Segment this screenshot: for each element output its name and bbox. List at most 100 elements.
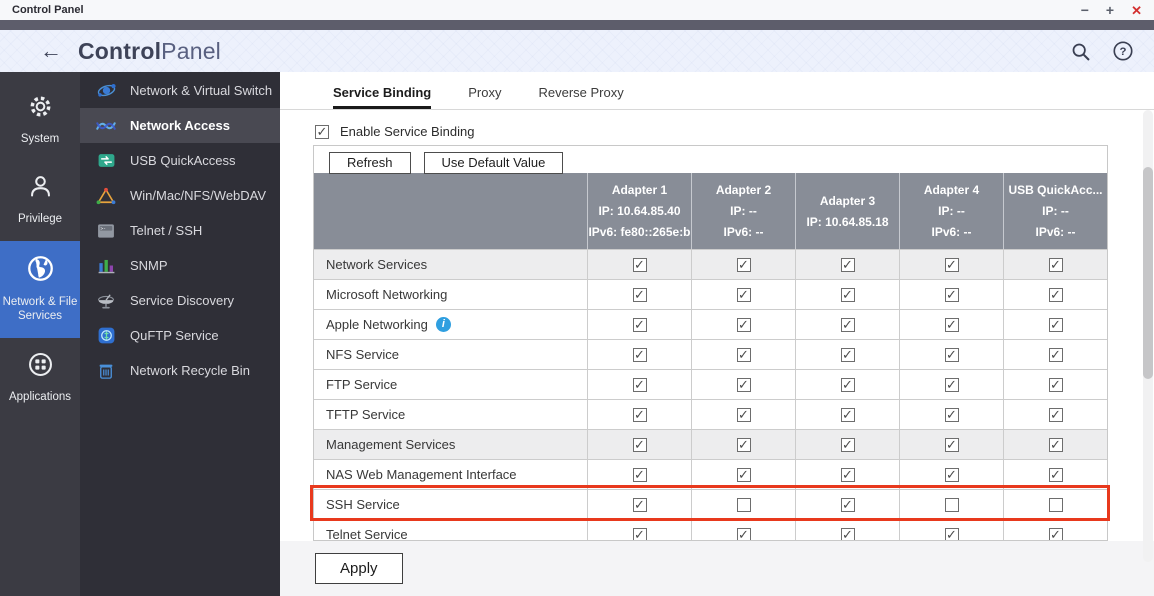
sidebar-item-system[interactable]: System [0, 80, 80, 160]
binding-cell: ✓ [1003, 340, 1107, 369]
sidebar-item-usb-quickaccess[interactable]: USB QuickAccess [80, 143, 280, 178]
table-row-apple-networking: Apple Networkingi✓✓✓✓✓ [314, 309, 1107, 339]
apps-icon [27, 351, 54, 383]
checkbox-checked[interactable]: ✓ [1049, 408, 1063, 422]
tab-service-binding[interactable]: Service Binding [333, 85, 431, 109]
table-row-nfs-service: NFS Service✓✓✓✓✓ [314, 339, 1107, 369]
binding-cell: ✓ [587, 460, 691, 489]
checkbox-checked[interactable]: ✓ [633, 468, 647, 482]
checkbox-checked[interactable]: ✓ [633, 318, 647, 332]
checkbox-checked[interactable]: ✓ [841, 318, 855, 332]
binding-cell [691, 490, 795, 519]
sidebar-item-privilege[interactable]: Privilege [0, 160, 80, 240]
checkbox-checked[interactable]: ✓ [945, 258, 959, 272]
secondary-sidebar: Network & Virtual Switch Network Access … [80, 72, 280, 596]
checkbox-checked[interactable]: ✓ [633, 348, 647, 362]
checkbox-checked[interactable]: ✓ [945, 528, 959, 542]
table-row-nas-web-management-interface: NAS Web Management Interface ✓ ✓ ✓ ✓ ✓ [314, 459, 1107, 489]
checkbox-checked[interactable]: ✓ [1049, 378, 1063, 392]
checkbox-checked[interactable]: ✓ [1049, 528, 1063, 542]
search-icon[interactable] [1069, 40, 1091, 62]
checkbox-checked[interactable]: ✓ [737, 378, 751, 392]
vertical-scrollbar[interactable] [1143, 110, 1153, 562]
checkbox-checked[interactable]: ✓ [737, 528, 751, 542]
checkbox-checked[interactable]: ✓ [1049, 438, 1063, 452]
help-icon[interactable]: ? [1112, 40, 1134, 62]
checkbox-checked[interactable]: ✓ [633, 288, 647, 302]
checkbox-checked[interactable]: ✓ [737, 318, 751, 332]
checkbox-unchecked[interactable] [945, 498, 959, 512]
enable-service-binding-checkbox[interactable]: ✓ [315, 125, 329, 139]
checkbox-checked[interactable]: ✓ [737, 438, 751, 452]
satellite-dish-icon [95, 290, 117, 312]
checkbox-checked[interactable]: ✓ [737, 468, 751, 482]
checkbox-checked[interactable]: ✓ [945, 318, 959, 332]
checkbox-checked[interactable]: ✓ [841, 468, 855, 482]
enable-service-binding-row: ✓ Enable Service Binding [315, 124, 1154, 139]
checkbox-checked[interactable]: ✓ [841, 528, 855, 542]
checkbox-checked[interactable]: ✓ [945, 378, 959, 392]
table-row-microsoft-networking: Microsoft Networking✓✓✓✓✓ [314, 279, 1107, 309]
checkbox-checked[interactable]: ✓ [633, 258, 647, 272]
checkbox-checked[interactable]: ✓ [633, 378, 647, 392]
checkbox-checked[interactable]: ✓ [633, 438, 647, 452]
sidebar-item-telnet-ssh[interactable]: >- Telnet / SSH [80, 213, 280, 248]
checkbox-checked[interactable]: ✓ [841, 348, 855, 362]
sidebar-item-win-mac-nfs-webdav[interactable]: Win/Mac/NFS/WebDAV [80, 178, 280, 213]
sidebar-item-network-recycle-bin[interactable]: Network Recycle Bin [80, 353, 280, 388]
checkbox-checked[interactable]: ✓ [841, 378, 855, 392]
minimize-button[interactable]: − [1081, 3, 1089, 17]
svg-text:>-: >- [100, 226, 106, 232]
checkbox-checked[interactable]: ✓ [1049, 318, 1063, 332]
use-default-value-button[interactable]: Use Default Value [424, 152, 564, 174]
checkbox-checked[interactable]: ✓ [633, 528, 647, 542]
checkbox-checked[interactable]: ✓ [841, 408, 855, 422]
sidebar-item-snmp[interactable]: SNMP [80, 248, 280, 283]
close-button[interactable]: ✕ [1131, 4, 1142, 17]
back-arrow-icon[interactable]: ← [40, 40, 62, 62]
checkbox-checked[interactable]: ✓ [945, 468, 959, 482]
checkbox-checked[interactable]: ✓ [841, 438, 855, 452]
maximize-button[interactable]: + [1106, 3, 1114, 17]
network-access-icon [95, 115, 117, 137]
checkbox-checked[interactable]: ✓ [737, 288, 751, 302]
tab-reverse-proxy[interactable]: Reverse Proxy [538, 85, 623, 109]
recycle-bin-icon [95, 360, 117, 382]
binding-cell: ✓ [1003, 460, 1107, 489]
refresh-button[interactable]: Refresh [329, 152, 411, 174]
checkbox-checked[interactable]: ✓ [1049, 258, 1063, 272]
sidebar-item-network-access[interactable]: Network Access [80, 108, 280, 143]
checkbox-checked[interactable]: ✓ [1049, 468, 1063, 482]
info-icon[interactable]: i [436, 317, 451, 332]
service-label: NAS Web Management Interface [314, 460, 587, 489]
checkbox-checked[interactable]: ✓ [633, 408, 647, 422]
sidebar-item-applications[interactable]: Applications [0, 338, 80, 418]
checkbox-checked[interactable]: ✓ [945, 438, 959, 452]
binding-cell: ✓ [1003, 370, 1107, 399]
checkbox-checked[interactable]: ✓ [841, 288, 855, 302]
checkbox-checked[interactable]: ✓ [737, 348, 751, 362]
checkbox-unchecked[interactable] [737, 498, 751, 512]
sidebar-item-network-virtual-switch[interactable]: Network & Virtual Switch [80, 73, 280, 108]
checkbox-checked[interactable]: ✓ [1049, 348, 1063, 362]
window-title: Control Panel [12, 4, 84, 16]
checkbox-checked[interactable]: ✓ [1049, 288, 1063, 302]
checkbox-checked[interactable]: ✓ [945, 348, 959, 362]
binding-cell: ✓ [795, 310, 899, 339]
svg-text:?: ? [1120, 46, 1127, 58]
table-row-telnet-service: Telnet Service✓✓✓✓✓ [314, 519, 1107, 541]
tab-proxy[interactable]: Proxy [468, 85, 501, 109]
checkbox-checked[interactable]: ✓ [633, 498, 647, 512]
sidebar-item-network-file-services[interactable]: Network & File Services [0, 241, 80, 338]
checkbox-unchecked[interactable] [1049, 498, 1063, 512]
checkbox-checked[interactable]: ✓ [737, 408, 751, 422]
scrollbar-thumb[interactable] [1143, 167, 1153, 379]
checkbox-checked[interactable]: ✓ [841, 498, 855, 512]
sidebar-item-service-discovery[interactable]: Service Discovery [80, 283, 280, 318]
checkbox-checked[interactable]: ✓ [841, 258, 855, 272]
apply-button[interactable]: Apply [315, 553, 403, 584]
sidebar-item-quftp-service[interactable]: QuFTP Service [80, 318, 280, 353]
checkbox-checked[interactable]: ✓ [945, 288, 959, 302]
checkbox-checked[interactable]: ✓ [945, 408, 959, 422]
checkbox-checked[interactable]: ✓ [737, 258, 751, 272]
